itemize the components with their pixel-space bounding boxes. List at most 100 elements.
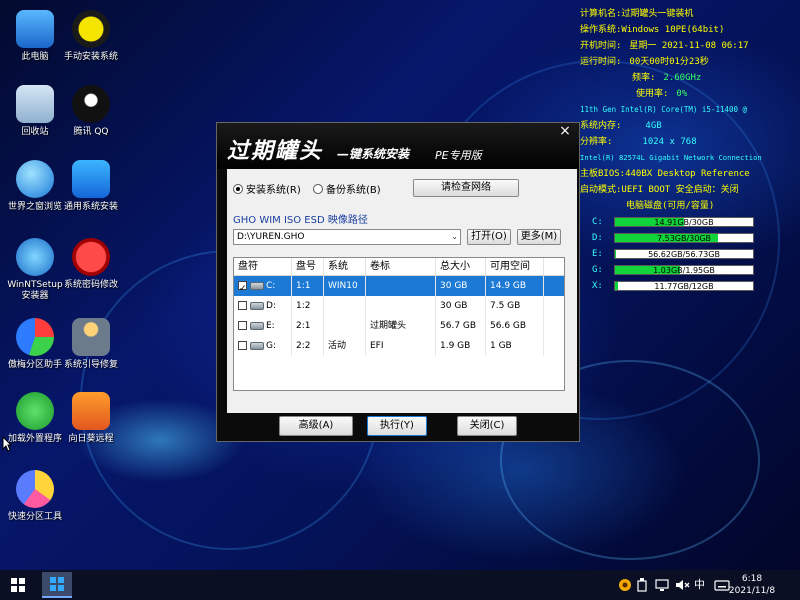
free-space-cell: 7.5 GB [486, 296, 544, 316]
disk-usage-row: E: 56.62GB/56.73GB [580, 246, 798, 262]
system-cell: WIN10 [324, 276, 366, 296]
sunflower-tray-icon[interactable] [618, 578, 632, 592]
bios-info: 主板BIOS:440BX Desktop Reference [580, 169, 750, 179]
desktop-icon[interactable]: 手动安装系统 [56, 10, 126, 63]
column-header: 卷标 [366, 258, 436, 275]
close-button[interactable]: 关闭(C) [457, 416, 517, 436]
speaker-muted-icon[interactable] [674, 577, 690, 593]
dialog-edition: PE专用版 [435, 149, 482, 162]
dialog-header: 过期罐头 —键系统安装 PE专用版 × [217, 123, 579, 169]
desktop-icon[interactable]: 快速分区工具 [0, 470, 70, 523]
total-size-cell: 30 GB [436, 276, 486, 296]
execute-button[interactable]: 执行(Y) [367, 416, 427, 436]
ghost-icon [72, 10, 110, 48]
repair-man-icon [72, 318, 110, 356]
disk-header: 电脑磁盘(可用/容量) [626, 201, 715, 211]
system-cell [324, 316, 366, 336]
recycle-bin-icon [16, 85, 54, 123]
drive-letter: E: [266, 321, 275, 331]
memory-info: 系统内存: 4GB [580, 121, 662, 131]
desktop-icon[interactable]: 向日葵远程 [56, 392, 126, 445]
volume-label-cell [366, 276, 436, 296]
hard-disk-icon [250, 281, 264, 290]
disk-usage-bar: 11.77GB/12GB [614, 281, 754, 291]
usb-drive-icon[interactable] [636, 577, 648, 593]
table-row[interactable]: D: 1:2 30 GB 7.5 GB [234, 296, 564, 316]
row-checkbox[interactable] [238, 301, 247, 310]
column-header: 可用空间 [486, 258, 544, 275]
drive-letter: D: [266, 301, 276, 311]
windows-installer-icon [50, 577, 64, 591]
row-checkbox[interactable] [238, 321, 247, 330]
more-button[interactable]: 更多(M) [517, 229, 561, 245]
disk-usage-text: 14.91GB/30GB [654, 218, 714, 227]
network-adapter: Intel(R) 82574L Gigabit Network Connecti… [580, 153, 762, 162]
cpu-frequency: 频率: 2.60GHz [632, 73, 702, 83]
taskbar-app-installer[interactable] [42, 572, 72, 598]
sysinfo-row: 运行时间: 00天00时01分23秒 [580, 57, 709, 67]
chevron-down-icon[interactable]: ⌄ [451, 230, 458, 244]
total-size-cell: 56.7 GB [436, 316, 486, 336]
desktop-icon[interactable]: 腾讯 QQ [56, 85, 126, 138]
start-button[interactable] [0, 570, 36, 600]
disk-usage-text: 11.77GB/12GB [654, 282, 714, 291]
mouse-cursor-icon [2, 436, 12, 452]
disk-number-cell: 1:2 [292, 296, 324, 316]
volume-label-cell: EFI [366, 336, 436, 356]
dialog-body: 安装系统(R) 备份系统(B) 请检查网络 GHO WIM ISO ESD 映像… [227, 169, 577, 413]
drive-cell: C: [234, 276, 292, 296]
winntsetup-icon [16, 238, 54, 276]
radio-checked-icon [233, 183, 243, 194]
disk-label: X: [592, 281, 603, 291]
green-arrows-icon [16, 392, 54, 430]
dialog-footer: 高级(A) 执行(Y) 关闭(C) [217, 411, 579, 441]
backup-radio-label: 备份系统(B) [326, 185, 381, 196]
backup-radio[interactable]: 备份系统(B) [313, 181, 381, 196]
close-icon[interactable]: × [557, 123, 573, 139]
sysinfo-row: 操作系统:Windows 10PE(64bit) [580, 25, 725, 35]
installer-dialog: 过期罐头 —键系统安装 PE专用版 × 安装系统(R) 备份系统(B) 请检查网… [216, 122, 580, 442]
disk-label: C: [592, 217, 603, 227]
table-row[interactable]: G: 2:2 活动 EFI 1.9 GB 1 GB [234, 336, 564, 356]
column-header: 总大小 [436, 258, 486, 275]
dialog-title: 过期罐头 [227, 138, 324, 164]
table-row[interactable]: E: 2:1 过期罐头 56.7 GB 56.6 GB [234, 316, 564, 336]
free-space-cell: 14.9 GB [486, 276, 544, 296]
disk-usage-text: 7.53GB/30GB [656, 234, 712, 243]
open-button[interactable]: 打开(O) [467, 229, 511, 245]
table-row[interactable]: C: 1:1WIN10 30 GB14.9 GB [234, 276, 564, 296]
column-header: 系统 [324, 258, 366, 275]
image-path-combo[interactable]: D:\YUREN.GHO ⌄ [233, 229, 461, 245]
check-network-button[interactable]: 请检查网络 [413, 179, 519, 197]
column-header: 盘号 [292, 258, 324, 275]
advanced-button[interactable]: 高级(A) [279, 416, 353, 436]
disk-usage-row: X: 11.77GB/12GB [580, 278, 798, 294]
desktop-icon[interactable]: 通用系统安装 [56, 160, 126, 213]
globe-browser-icon [16, 160, 54, 198]
free-space-cell: 1 GB [486, 336, 544, 356]
drive-cell: E: [234, 316, 292, 336]
total-size-cell: 30 GB [436, 296, 486, 316]
install-radio[interactable]: 安装系统(R) [233, 181, 301, 196]
row-checkbox[interactable] [238, 341, 247, 350]
install-radio-label: 安装系统(R) [246, 185, 301, 196]
taskbar-clock[interactable]: 6:18 2021/11/8 [722, 573, 782, 597]
disk-usage-row: D: 7.53GB/30GB [580, 230, 798, 246]
column-header: 盘符 [234, 258, 292, 275]
radio-unchecked-icon [313, 183, 323, 194]
desktop-icon-label: 系统引导修复 [63, 360, 118, 370]
desktop-icon[interactable]: 系统引导修复 [56, 318, 126, 371]
dialog-subtitle: —键系统安装 [337, 147, 410, 161]
ime-indicator[interactable]: 中 [694, 570, 705, 600]
volume-label-cell: 过期罐头 [366, 316, 436, 336]
resolution-info: 分辨率: 1024 x 768 [580, 137, 697, 147]
drive-letter: C: [266, 281, 276, 291]
volume-label-cell [366, 296, 436, 316]
image-path-value: D:\YUREN.GHO [237, 232, 305, 242]
row-checkbox[interactable] [238, 279, 247, 296]
system-cell: 活动 [324, 336, 366, 356]
desktop-icon-label: 系统密码修改 [63, 280, 118, 290]
network-icon[interactable] [654, 577, 670, 593]
clock-date: 2021/11/8 [728, 586, 776, 596]
desktop-icon[interactable]: 系统密码修改 [56, 238, 126, 291]
